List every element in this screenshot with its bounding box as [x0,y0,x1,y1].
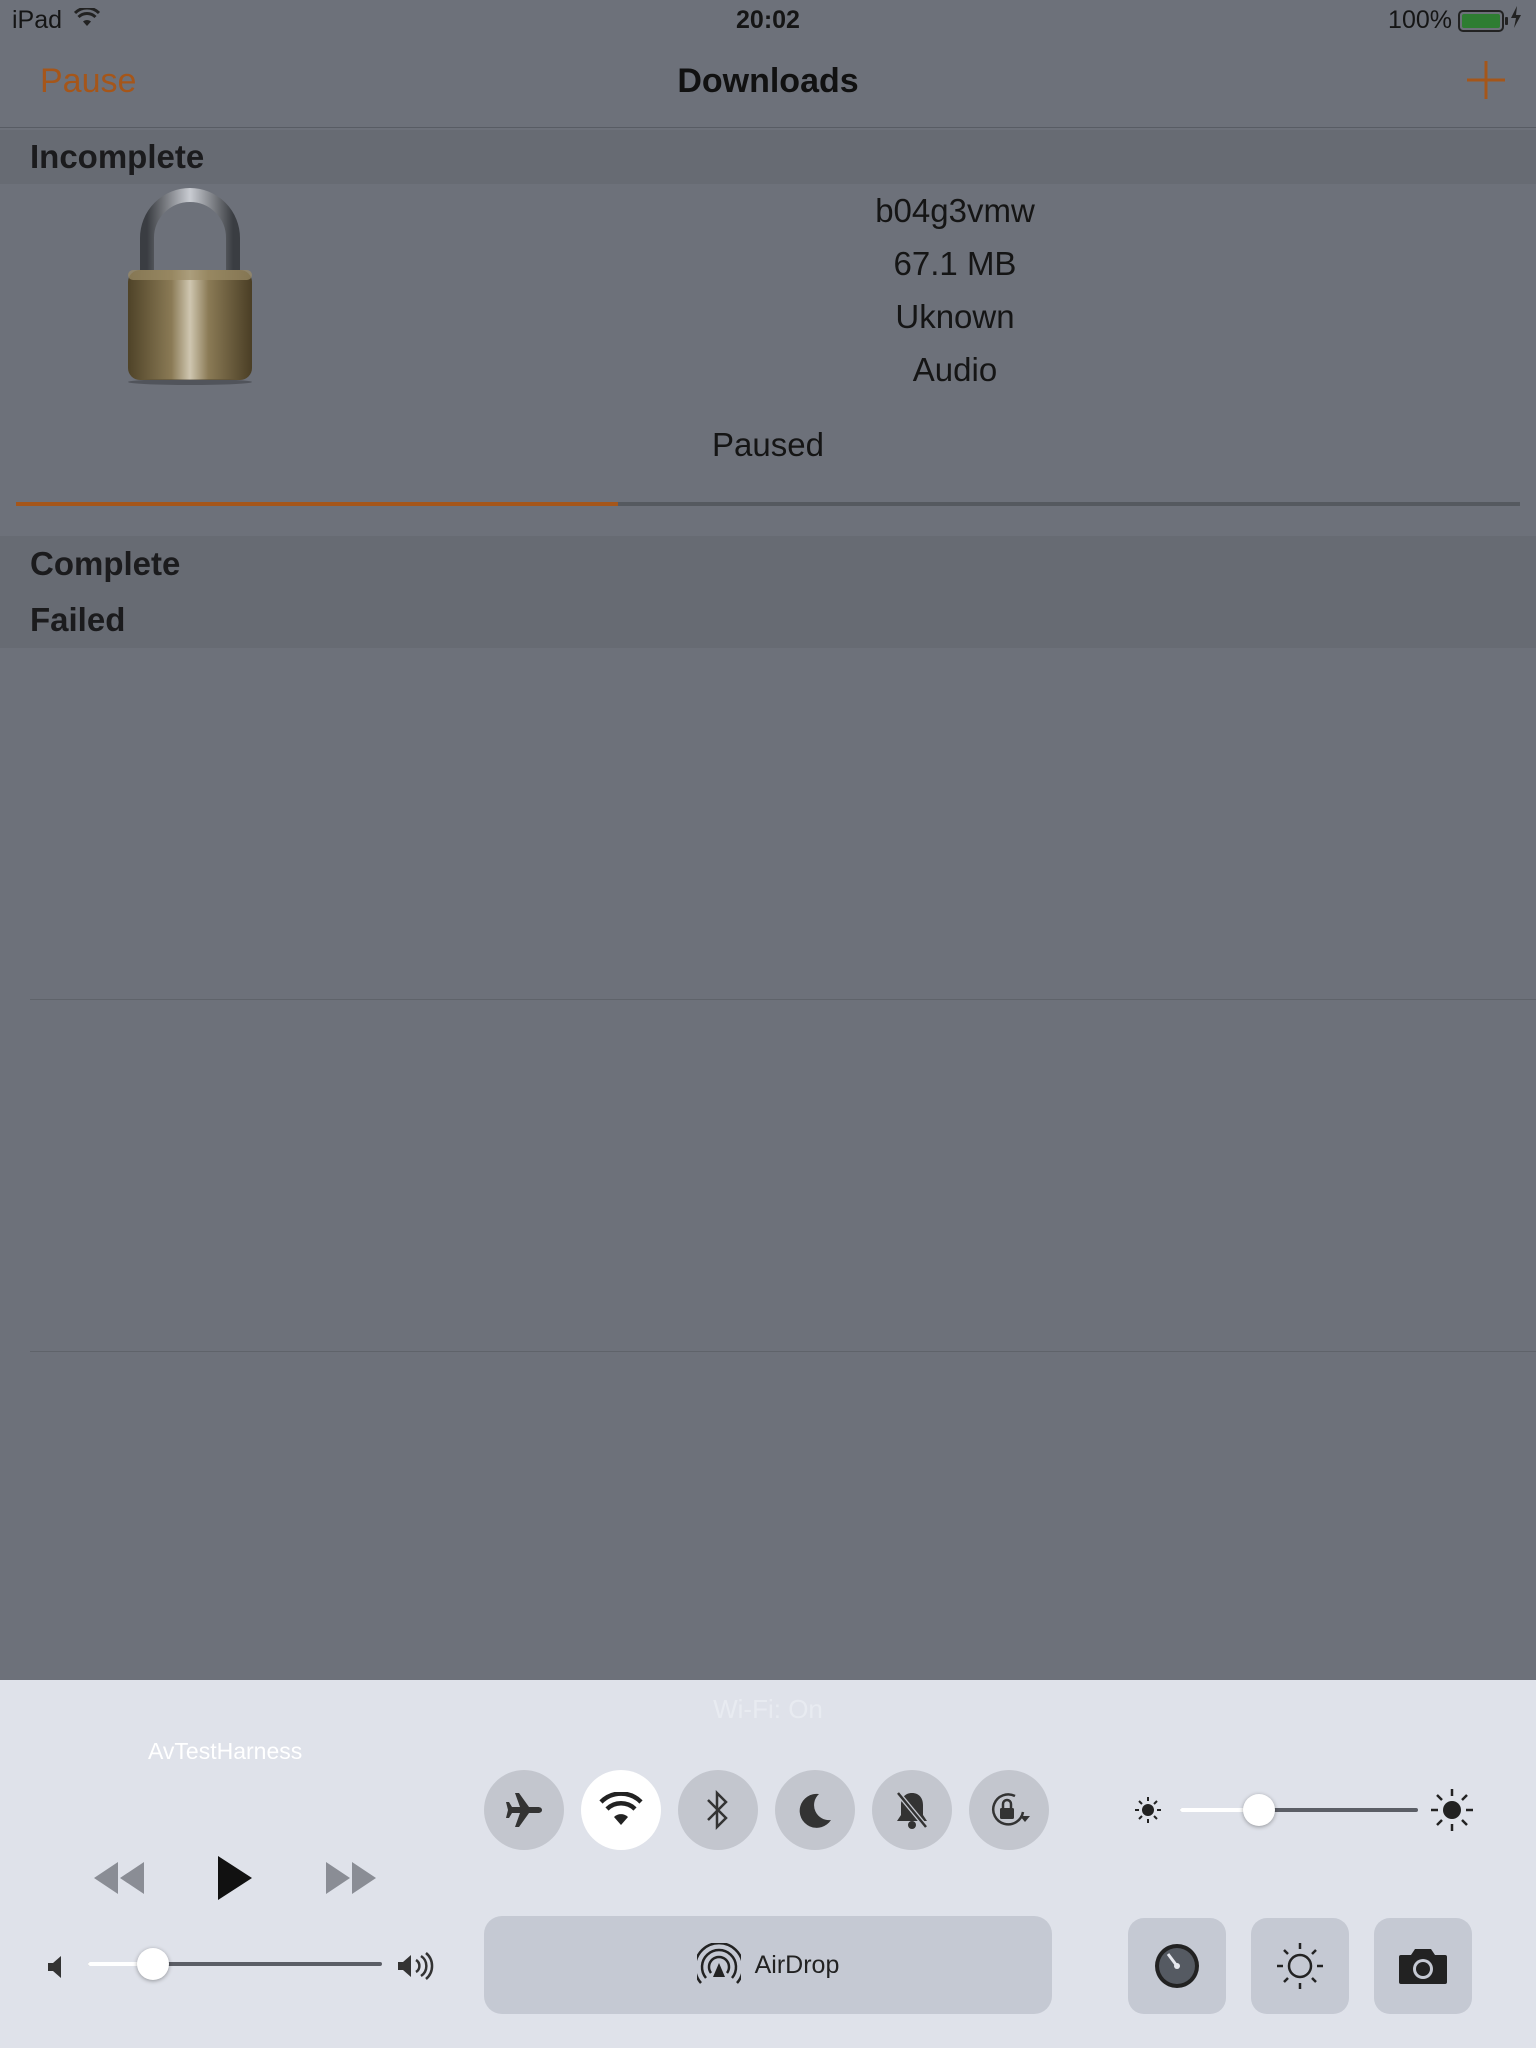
section-header-complete: Complete [0,536,1536,592]
download-row[interactable]: b04g3vmw 67.1 MB Uknown Audio Paused [0,184,1536,536]
rotation-lock-icon [991,1793,1030,1826]
airdrop-icon [696,1943,741,1984]
section-header-incomplete: Incomplete [0,130,1536,184]
control-center: Wi-Fi: On AvTestHarness AirDrop [0,1680,1536,2048]
fast-forward-button[interactable] [324,1860,378,1901]
silent-toggle[interactable] [872,1770,952,1850]
rewind-button[interactable] [92,1860,146,1901]
row-separator [30,1351,1536,1352]
navigation-bar: Pause Downloads [0,40,1536,128]
rotation-lock-toggle[interactable] [969,1770,1049,1850]
moon-icon [799,1793,831,1828]
download-date: Uknown [895,298,1015,335]
camera-button[interactable] [1374,1918,1472,2014]
volume-high-icon [396,1952,434,1985]
charging-icon [1510,6,1522,35]
download-progress-fill [16,502,618,506]
bell-muted-icon [896,1791,928,1829]
play-icon [218,1856,252,1900]
status-right: 100% [1388,6,1522,35]
download-status: Paused [712,426,824,463]
camera-icon [1399,1949,1447,1984]
page-title: Downloads [677,62,859,100]
battery-icon [1458,9,1508,32]
airdrop-label: AirDrop [754,1950,840,1979]
airplane-mode-toggle[interactable] [484,1770,564,1850]
status-bar: iPad 20:02 100% [0,0,1536,40]
brightness-knob[interactable] [1242,1794,1275,1826]
timer-button[interactable] [1128,1918,1226,2014]
night-shift-button[interactable] [1251,1918,1349,2014]
bluetooth-icon [707,1789,728,1831]
play-button[interactable] [214,1854,254,1907]
wifi-icon [599,1792,643,1825]
brightness-high-icon [1430,1788,1474,1837]
airplane-icon [506,1793,542,1827]
status-time: 20:02 [736,6,800,34]
wifi-toggle[interactable] [581,1770,661,1850]
bluetooth-toggle[interactable] [678,1770,758,1850]
volume-knob[interactable] [136,1948,169,1980]
row-separator [30,999,1536,1000]
add-button[interactable] [1464,58,1508,102]
airdrop-button[interactable]: AirDrop [484,1916,1052,2014]
wifi-status-note: Wi-Fi: On [713,1694,823,1724]
volume-low-icon [46,1954,68,1985]
download-info: b04g3vmw 67.1 MB Uknown Audio [755,184,1155,396]
battery-percent: 100% [1388,6,1452,34]
section-header-failed: Failed [0,592,1536,648]
padlock-icon [120,186,260,386]
download-size: 67.1 MB [893,245,1017,282]
fast-forward-icon [326,1862,376,1894]
rewind-icon [94,1862,144,1894]
download-type: Audio [912,351,998,388]
download-progress-bar [16,502,1520,506]
do-not-disturb-toggle[interactable] [775,1770,855,1850]
plus-icon [1467,61,1505,99]
now-playing-app[interactable]: AvTestHarness [148,1738,302,1765]
volume-slider[interactable] [88,1948,382,1980]
brightness-low-icon [1134,1796,1162,1829]
night-shift-icon [1277,1943,1323,1989]
timer-icon [1155,1944,1199,1988]
brightness-slider[interactable] [1180,1794,1418,1826]
download-name: b04g3vmw [875,192,1035,229]
